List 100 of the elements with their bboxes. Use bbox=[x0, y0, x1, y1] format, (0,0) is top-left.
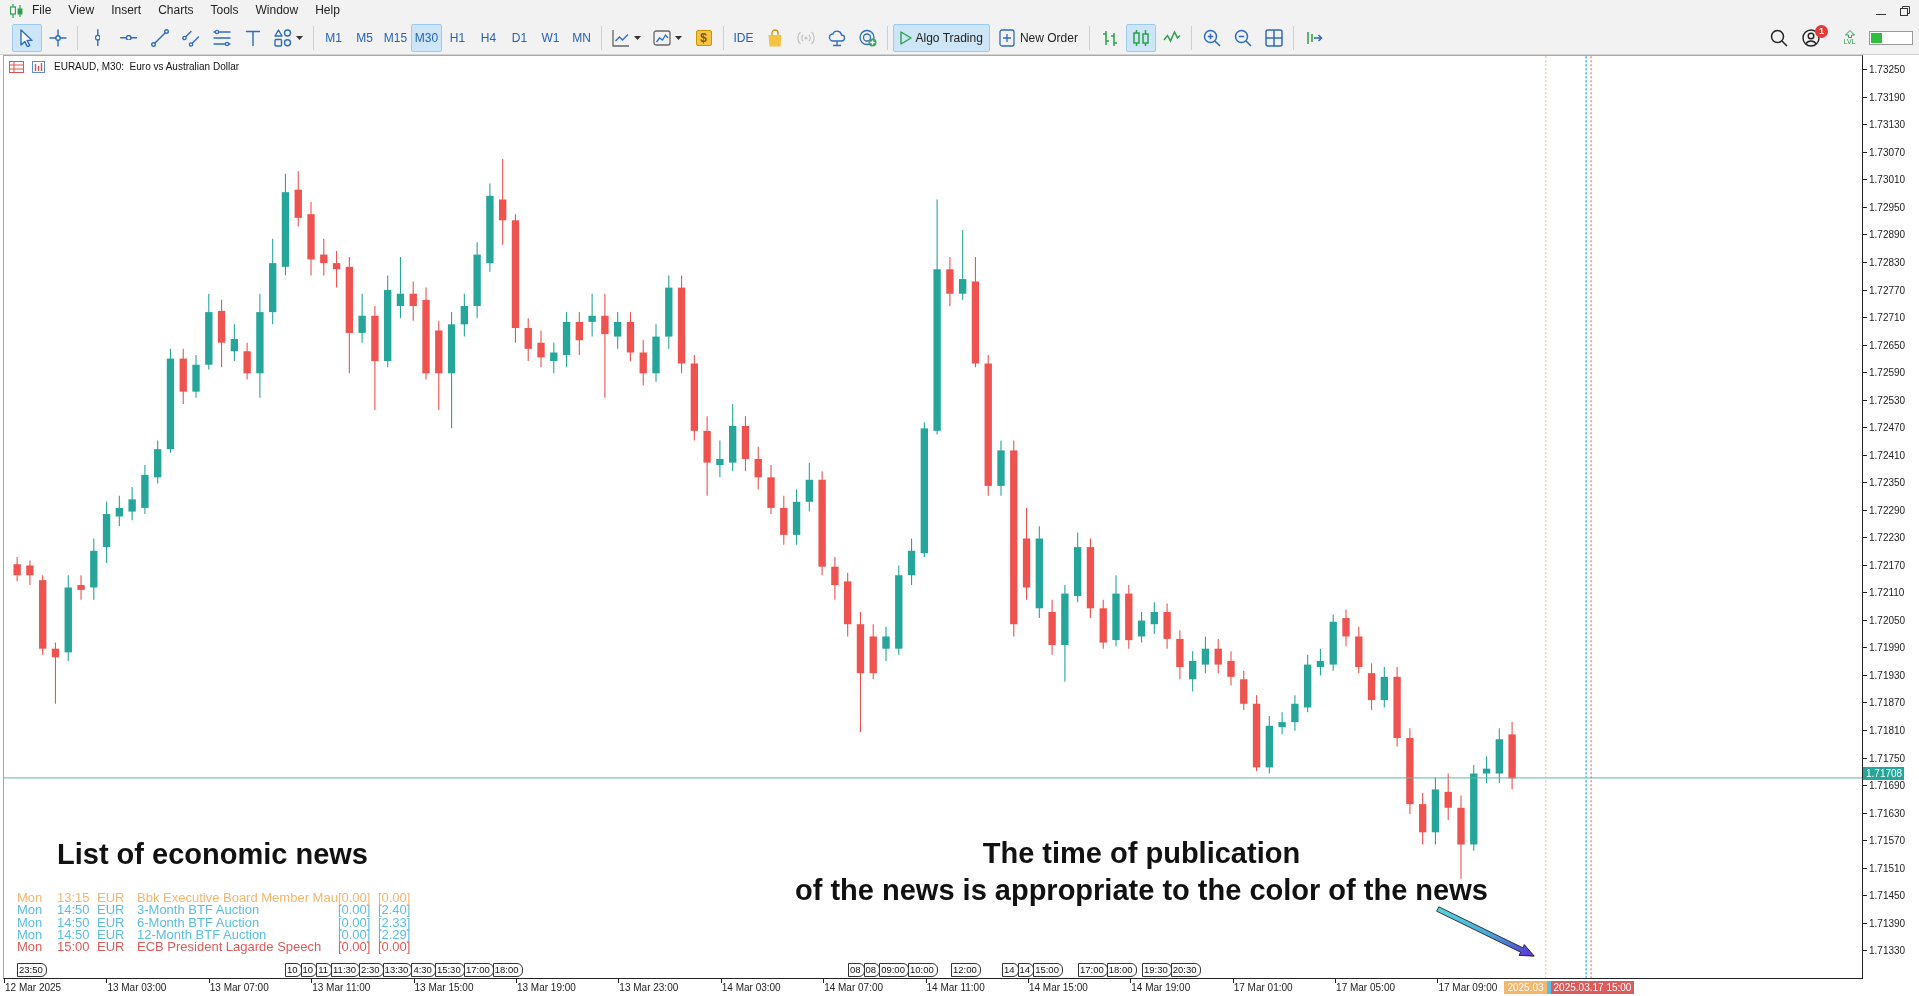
menu-item[interactable]: File bbox=[32, 3, 52, 18]
price-label: 1.72650 bbox=[1869, 339, 1906, 351]
timeframe-button[interactable]: MN bbox=[566, 23, 597, 52]
user-icon bbox=[1802, 28, 1820, 47]
event-time-tag: 2:30 bbox=[359, 963, 384, 977]
timeframe-button[interactable]: D1 bbox=[504, 23, 535, 52]
line-chart-icon bbox=[612, 28, 630, 47]
event-time-tag: 08 bbox=[848, 963, 865, 977]
news-title: Bbk Executive Board Member Mau bbox=[137, 892, 338, 905]
news-day: Mon bbox=[17, 904, 43, 917]
timeframe-button[interactable]: H4 bbox=[473, 23, 504, 52]
horizontal-line-icon bbox=[119, 34, 138, 41]
time-label: 17 Mar 01:00 bbox=[1233, 981, 1293, 993]
chart-title: EURAUD, M30: Euro vs Australian Dollar bbox=[54, 61, 240, 73]
event-time-tag: 23:50 bbox=[17, 963, 47, 977]
cloud-icon bbox=[827, 28, 846, 47]
timeframe-button[interactable]: W1 bbox=[535, 23, 566, 52]
horizontal-lines-icon bbox=[212, 28, 231, 47]
price-label: 1.72410 bbox=[1869, 449, 1906, 461]
news-title: 6-Month BTF Auction bbox=[137, 916, 260, 929]
timeframe-button[interactable]: M5 bbox=[349, 23, 380, 52]
menu-item[interactable]: Tools bbox=[210, 3, 239, 18]
text-icon bbox=[243, 28, 262, 47]
menu-item[interactable]: Window bbox=[255, 3, 299, 18]
price-label: 1.73190 bbox=[1869, 91, 1906, 103]
minimize-icon bbox=[1876, 13, 1886, 16]
price-label: 1.71990 bbox=[1869, 642, 1906, 654]
event-time-tag: 17:00 bbox=[464, 963, 494, 977]
timeframe-button[interactable]: H1 bbox=[442, 23, 473, 52]
zoom-out-icon bbox=[1233, 28, 1252, 47]
news-time: 15:00 bbox=[57, 941, 90, 954]
price-label: 1.71510 bbox=[1869, 862, 1906, 874]
candlesticks-icon bbox=[1131, 28, 1150, 47]
search-icon bbox=[1769, 28, 1788, 47]
news-currency: EUR bbox=[97, 928, 125, 942]
event-time-tag: 20:30 bbox=[1170, 963, 1201, 977]
time-marker-label: 2025.03 bbox=[1504, 981, 1547, 994]
event-time-tag: 12:00 bbox=[951, 963, 981, 977]
candles-icon bbox=[10, 3, 23, 18]
time-label: 13 Mar 19:00 bbox=[516, 981, 576, 993]
notification-badge: 1 bbox=[1815, 24, 1828, 38]
ide-button[interactable]: IDE bbox=[728, 23, 759, 52]
time-label: 14 Mar 11:00 bbox=[926, 981, 985, 993]
event-time-tag: 10 bbox=[285, 963, 302, 977]
menu-item[interactable]: Charts bbox=[158, 3, 194, 18]
news-day: Mon bbox=[17, 928, 43, 942]
price-label: 1.72710 bbox=[1869, 312, 1906, 324]
price-label: 1.71450 bbox=[1869, 890, 1906, 902]
event-time-tag: 19:30 bbox=[1142, 963, 1172, 977]
parallel-lines-icon bbox=[181, 28, 200, 47]
timeframe-button[interactable]: M1 bbox=[318, 23, 349, 52]
arrow-icon bbox=[1436, 906, 1535, 957]
algo-trading-button[interactable]: Algo Trading bbox=[892, 23, 990, 52]
new-order-button[interactable]: New Order bbox=[990, 23, 1085, 52]
news-day: Mon bbox=[17, 941, 43, 954]
event-time-tag: 14 bbox=[1002, 963, 1019, 977]
time-label: 14 Mar 19:00 bbox=[1131, 981, 1191, 993]
zoom-in-icon bbox=[1202, 28, 1221, 47]
timeframe-button[interactable]: M15 bbox=[380, 23, 411, 52]
event-time-tag: 09:00 bbox=[879, 963, 909, 977]
price-label: 1.72470 bbox=[1869, 422, 1906, 434]
price-label: 1.72890 bbox=[1869, 229, 1906, 241]
price-label: 1.72530 bbox=[1869, 394, 1906, 406]
price-label: 1.72170 bbox=[1869, 559, 1906, 571]
trendline-icon bbox=[150, 28, 169, 47]
candlestick-button[interactable] bbox=[1125, 23, 1156, 52]
price-label: 1.73070 bbox=[1869, 146, 1906, 158]
news-currency: EUR bbox=[97, 892, 125, 905]
cursor-tool-button[interactable] bbox=[11, 23, 42, 52]
table-icon bbox=[9, 61, 24, 73]
price-label: 1.71870 bbox=[1869, 697, 1906, 709]
news-value: [0.00] bbox=[337, 904, 371, 917]
cursor-icon bbox=[17, 28, 36, 47]
caret-icon bbox=[296, 35, 303, 40]
shapes-icon bbox=[274, 28, 292, 47]
news-currency: EUR bbox=[97, 904, 125, 917]
connection-status-icon bbox=[1869, 30, 1913, 45]
price-label: 1.71390 bbox=[1869, 917, 1906, 929]
price-label: 1.71690 bbox=[1869, 780, 1906, 792]
menu-item[interactable]: Insert bbox=[111, 3, 142, 18]
document-plus-icon bbox=[997, 28, 1016, 47]
signals-dollar-button[interactable]: $ bbox=[688, 23, 719, 52]
menu-item[interactable]: View bbox=[68, 3, 95, 18]
menu-item[interactable]: Help bbox=[315, 3, 340, 18]
price-label: 1.72290 bbox=[1869, 504, 1906, 516]
time-label: 17 Mar 05:00 bbox=[1336, 981, 1395, 993]
play-icon bbox=[899, 30, 912, 45]
time-marker-label: 2025.03.17 15:00 bbox=[1550, 981, 1635, 994]
time-label: 14 Mar 15:00 bbox=[1028, 981, 1088, 993]
price-label: 1.72350 bbox=[1869, 477, 1906, 489]
timeframe-button[interactable]: M30 bbox=[411, 23, 442, 52]
time-label: 13 Mar 07:00 bbox=[209, 981, 269, 993]
target-plus-icon bbox=[858, 28, 877, 47]
event-time-tag: 4:30 bbox=[411, 963, 436, 977]
time-label: 12 Mar 2025 bbox=[5, 981, 62, 993]
account-button[interactable]: 1 bbox=[1796, 23, 1826, 52]
price-label: 1.72050 bbox=[1869, 614, 1906, 626]
price-label: 1.72830 bbox=[1869, 257, 1906, 268]
event-time-tag: 18:00 bbox=[1106, 963, 1137, 977]
news-value: [0.00] bbox=[337, 941, 371, 954]
